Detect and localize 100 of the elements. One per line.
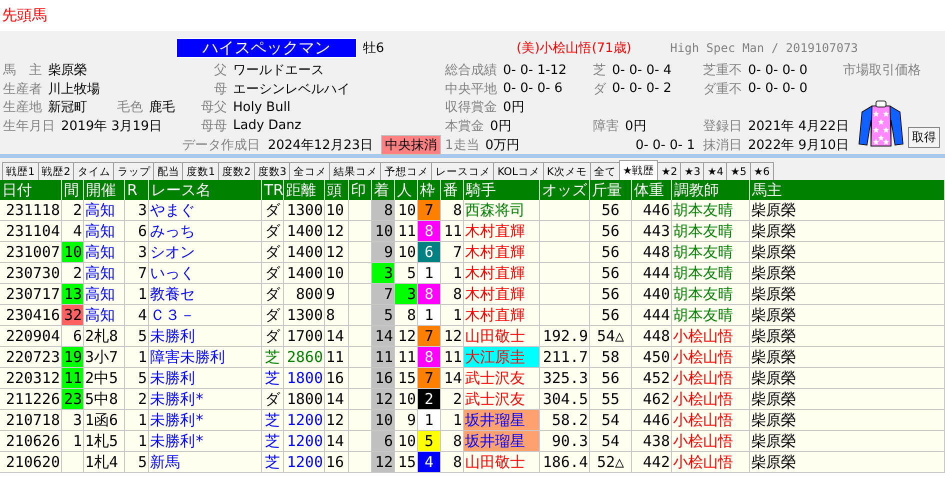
table-cell: 446 — [632, 410, 672, 430]
table-cell: 5中8 — [84, 389, 125, 409]
table-cell: 1 — [125, 347, 149, 367]
race-name-link[interactable]: 新馬 — [149, 452, 262, 472]
race-name-link[interactable]: 未勝利* — [149, 410, 262, 430]
info-label: ダ — [593, 80, 606, 98]
table-cell: 452 — [632, 368, 672, 388]
fetch-button[interactable]: 取得 — [908, 127, 940, 148]
info-value: 鹿毛 — [149, 99, 175, 116]
table-cell: 1 — [441, 263, 464, 283]
table-cell: 1800 — [284, 368, 325, 388]
table-cell: 56 — [590, 221, 632, 241]
table-cell: 14 — [325, 326, 349, 346]
table-cell: 8 — [441, 284, 464, 304]
info-label: 生年月日 — [3, 118, 55, 135]
race-name-link[interactable]: Ｃ３－ — [149, 305, 262, 325]
table-cell: 58 — [590, 347, 632, 367]
table-cell: 1札4 — [84, 452, 125, 472]
table-cell: 7 — [418, 368, 441, 388]
info-label: 市場取引価格 — [843, 62, 921, 80]
table-cell: 胡本友晴 — [672, 242, 750, 262]
table-cell: 5 — [125, 368, 149, 388]
table-cell: 10 — [325, 200, 349, 220]
trainer-name: (美)小桧山悟(71歳) — [516, 40, 632, 56]
tab[interactable]: ★戦歴 — [618, 160, 658, 180]
table-cell: 14 — [325, 431, 349, 451]
jockey-name: 山田敬士 — [465, 453, 525, 471]
info-value: エーシンレベルハイ — [233, 80, 351, 98]
info-label: 馬 主 — [3, 62, 42, 80]
table-cell: 231118 — [0, 200, 62, 220]
table-cell: 胡本友晴 — [672, 263, 750, 283]
table-cell: 16 — [372, 368, 395, 388]
sex-age: 牡6 — [362, 40, 386, 56]
table-cell: 54 — [590, 431, 632, 451]
race-name-link[interactable]: やまぐ — [149, 200, 262, 220]
table-cell: 450 — [632, 347, 672, 367]
table-cell: 4 — [62, 221, 84, 241]
info-value: Lady Danz — [233, 118, 302, 134]
table-cell: 2 — [418, 389, 441, 409]
race-name-link[interactable]: 未勝利* — [149, 389, 262, 409]
table-cell: 32 — [62, 305, 84, 325]
table-cell: 柴原榮 — [750, 263, 945, 283]
race-name-link[interactable]: みっち — [149, 221, 262, 241]
race-name-link[interactable]: 教養セ — [149, 284, 262, 304]
table-cell: 1 — [62, 431, 84, 451]
tab[interactable]: 戦歴1 — [2, 162, 39, 180]
table-cell: 192.9 — [540, 326, 590, 346]
table-cell: 5 — [418, 431, 441, 451]
table-cell: 325.3 — [540, 368, 590, 388]
table-cell: 芝 — [262, 431, 284, 451]
table-cell: 柴原榮 — [750, 305, 945, 325]
table-cell: 8 — [418, 284, 441, 304]
info-value: 0- 0- 0- 4 — [612, 62, 672, 78]
table-cell: 462 — [632, 389, 672, 409]
table-cell: 220904 — [0, 326, 62, 346]
table-cell: 52△ — [590, 452, 632, 472]
table-cell: 小桧山悟 — [672, 452, 750, 472]
table-cell: 19 — [62, 347, 84, 367]
info-value: 0- 0- 0- 6 — [503, 81, 563, 96]
table-cell: 高知 — [84, 221, 125, 241]
table-cell: 800 — [284, 284, 325, 304]
info-value: 0円 — [503, 99, 524, 116]
table-cell: 6 — [125, 221, 149, 241]
table-cell: 1 — [125, 284, 149, 304]
table-cell: 8 — [325, 305, 349, 325]
table-cell: 芝 — [262, 452, 284, 472]
race-name-link[interactable]: 未勝利 — [149, 326, 262, 346]
table-cell: 10 — [325, 263, 349, 283]
table-cell: 柴原榮 — [750, 221, 945, 241]
jockey-name: 山田敬士 — [465, 327, 525, 345]
tab[interactable]: ★6 — [750, 162, 774, 180]
table-cell: 芝 — [262, 368, 284, 388]
table-cell: 芝 — [262, 347, 284, 367]
table-cell: 12 — [325, 410, 349, 430]
table-cell: 1400 — [284, 221, 325, 241]
info-label: 芝重不 — [703, 62, 742, 80]
table-cell: 柴原榮 — [750, 452, 945, 472]
table-cell: 442 — [632, 452, 672, 472]
table-cell: 7 — [418, 200, 441, 220]
race-name-link[interactable]: 障害未勝利 — [149, 347, 262, 367]
table-cell: 10 — [372, 410, 395, 430]
table-cell: 8 — [372, 200, 395, 220]
race-name-link[interactable]: 未勝利 — [149, 368, 262, 388]
table-cell: 小桧山悟 — [672, 368, 750, 388]
info-value: 0- 0- 0- 0 — [748, 62, 808, 78]
table-cell: 9 — [372, 242, 395, 262]
table-cell: 5 — [372, 305, 395, 325]
race-name-link[interactable]: いっく — [149, 263, 262, 283]
info-label: 父 — [213, 62, 227, 80]
table-cell: ダ — [262, 263, 284, 283]
table-cell: 1 — [418, 410, 441, 430]
table-cell: 2 — [62, 200, 84, 220]
table-cell: 12 — [441, 326, 464, 346]
info-label: 芝 — [593, 62, 606, 80]
tab[interactable]: K次メモ — [542, 162, 591, 180]
table-cell: 1800 — [284, 389, 325, 409]
race-name-link[interactable]: 未勝利* — [149, 431, 262, 451]
race-name-link[interactable]: シオン — [149, 242, 262, 262]
table-cell: 小桧山悟 — [672, 347, 750, 367]
table-cell: 10 — [62, 242, 84, 262]
